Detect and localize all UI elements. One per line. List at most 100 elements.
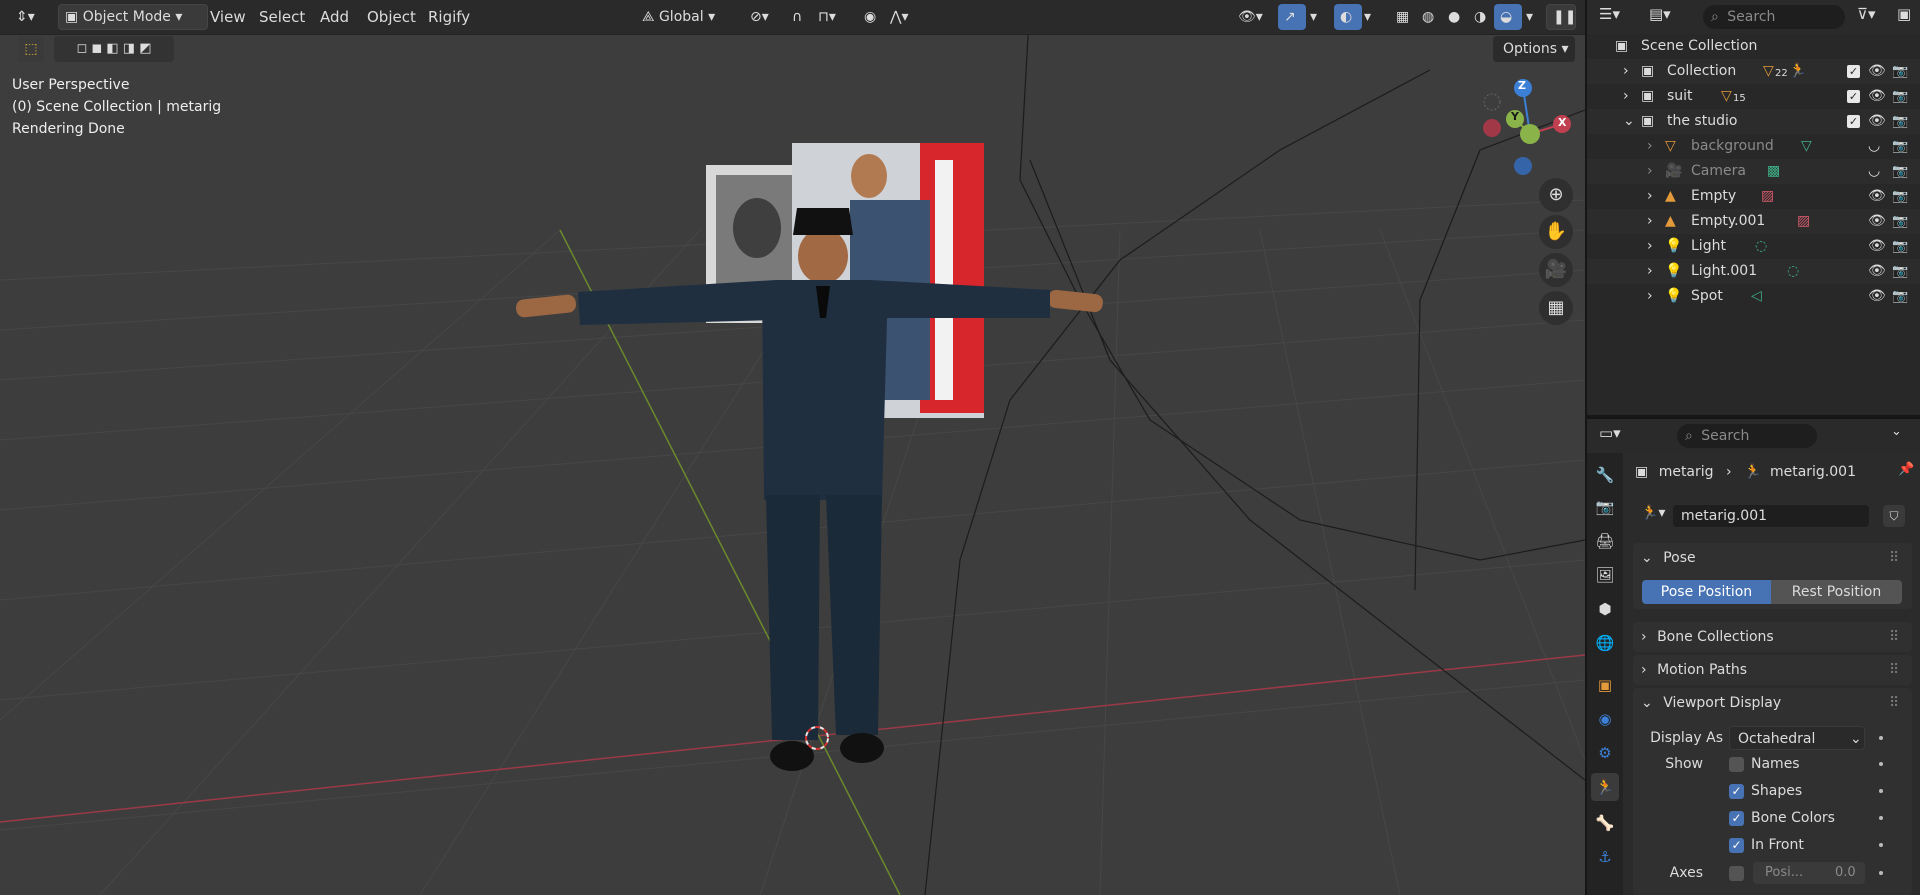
- pin-icon[interactable]: 📌: [1898, 462, 1914, 477]
- properties-editor-type-icon[interactable]: ▭▾: [1599, 424, 1621, 442]
- visibility-eye-icon[interactable]: 👁: [1868, 259, 1886, 284]
- snap-target-icon[interactable]: ⊓▾: [812, 4, 842, 30]
- snap-icon[interactable]: ∩: [786, 4, 808, 30]
- render-camera-icon[interactable]: 📷: [1892, 84, 1908, 109]
- select-tool-icon[interactable]: ⬚: [18, 36, 44, 62]
- render-camera-icon[interactable]: 📷: [1892, 209, 1908, 234]
- scene-tab-icon[interactable]: ⬢: [1591, 595, 1619, 623]
- expand-chevron-icon[interactable]: ›: [1647, 234, 1653, 259]
- solid-shading-icon[interactable]: ●: [1442, 4, 1466, 30]
- expand-chevron-icon[interactable]: ›: [1647, 134, 1653, 159]
- shading-dropdown-icon[interactable]: ▾: [1520, 4, 1539, 30]
- expand-chevron-icon[interactable]: ›: [1623, 59, 1629, 84]
- visibility-eye-icon[interactable]: 👁: [1868, 209, 1886, 234]
- motion-paths-panel[interactable]: › Motion Paths ⠿: [1633, 655, 1912, 685]
- new-collection-icon[interactable]: ▣: [1897, 5, 1911, 23]
- menu-select[interactable]: Select: [259, 4, 305, 30]
- proportional-edit-icon[interactable]: ◉: [858, 4, 882, 30]
- tool-tab-icon[interactable]: 🔧: [1591, 461, 1619, 489]
- outliner-search-input[interactable]: ⌕ Search: [1703, 5, 1845, 29]
- view-layer-tab-icon[interactable]: 🖼: [1591, 561, 1619, 589]
- viewport-display-header[interactable]: ⌄ Viewport Display ⠿: [1633, 688, 1912, 718]
- fake-user-shield-icon[interactable]: ⛉: [1883, 505, 1905, 527]
- visibility-eye-icon[interactable]: 👁: [1868, 184, 1886, 209]
- animate-property-dot[interactable]: [1879, 843, 1883, 847]
- animate-property-dot[interactable]: [1879, 816, 1883, 820]
- outliner-row-spot[interactable]: › 💡 Spot ◁ 👁 📷: [1587, 284, 1920, 309]
- render-camera-icon[interactable]: 📷: [1892, 109, 1908, 134]
- render-tab-icon[interactable]: 📷: [1591, 493, 1619, 521]
- rendered-shading-icon[interactable]: ◒: [1494, 4, 1522, 30]
- navigation-gizmo[interactable]: Z Y X: [1462, 76, 1572, 186]
- outliner-row-collection[interactable]: › ▣ Collection ▽ 22 🏃 ✓ 👁 📷: [1587, 59, 1920, 84]
- animate-property-dot[interactable]: [1879, 789, 1883, 793]
- material-shading-icon[interactable]: ◑: [1468, 4, 1492, 30]
- animate-property-dot[interactable]: [1879, 871, 1883, 875]
- filter-icon[interactable]: ⊽▾: [1857, 5, 1876, 23]
- visibility-eye-icon[interactable]: 👁: [1868, 234, 1886, 259]
- modifiers-tab-icon[interactable]: ◉: [1591, 705, 1619, 733]
- pan-hand-icon[interactable]: ✋: [1539, 215, 1573, 249]
- axes-checkbox[interactable]: [1729, 866, 1744, 881]
- perspective-toggle-icon[interactable]: ▦: [1539, 291, 1573, 325]
- xray-icon[interactable]: ▦: [1390, 4, 1415, 30]
- bone-constraints-tab-icon[interactable]: ⚓: [1591, 843, 1619, 871]
- object-tab-icon[interactable]: ▣: [1591, 671, 1619, 699]
- drag-handle-icon[interactable]: ⠿: [1889, 543, 1899, 573]
- display-mode-icon[interactable]: ▤▾: [1649, 5, 1671, 23]
- pose-position-button[interactable]: Pose Position: [1642, 580, 1771, 604]
- collection-exclude-checkbox[interactable]: ✓: [1847, 90, 1860, 103]
- gizmo-toggle-icon[interactable]: ↗: [1278, 4, 1306, 30]
- bone-tab-icon[interactable]: 🦴: [1591, 809, 1619, 837]
- render-camera-icon[interactable]: 📷: [1892, 134, 1908, 159]
- render-camera-icon[interactable]: 📷: [1892, 259, 1908, 284]
- chevron-down-icon[interactable]: ⌄: [1891, 424, 1902, 439]
- mode-dropdown[interactable]: ▣ Object Mode ▾: [58, 4, 208, 30]
- drag-handle-icon[interactable]: ⠿: [1889, 688, 1899, 718]
- collection-exclude-checkbox[interactable]: ✓: [1847, 65, 1860, 78]
- drag-handle-icon[interactable]: ⠿: [1889, 655, 1899, 685]
- visibility-eye-icon[interactable]: 👁: [1868, 59, 1886, 84]
- 3d-viewport[interactable]: ⇕▾ ▣ Object Mode ▾ View Select Add Objec…: [0, 0, 1585, 895]
- pause-render-icon[interactable]: ❚❚: [1546, 4, 1576, 30]
- outliner-editor-type-icon[interactable]: ☰▾: [1599, 5, 1620, 23]
- falloff-icon[interactable]: ⋀▾: [884, 4, 915, 30]
- render-camera-icon[interactable]: 📷: [1892, 59, 1908, 84]
- in-front-checkbox[interactable]: ✓: [1729, 838, 1744, 853]
- visibility-eye-icon[interactable]: 👁: [1868, 84, 1886, 109]
- outliner-row-background[interactable]: › ▽ background ▽ ◡ 📷: [1587, 134, 1920, 159]
- menu-object[interactable]: Object: [367, 4, 416, 30]
- pose-panel-header[interactable]: ⌄ Pose ⠿: [1633, 543, 1912, 573]
- overlay-dropdown-icon[interactable]: ▾: [1358, 4, 1377, 30]
- expand-chevron-icon[interactable]: ›: [1647, 184, 1653, 209]
- armature-data-tab-icon[interactable]: 🏃: [1591, 773, 1619, 801]
- render-camera-icon[interactable]: 📷: [1892, 184, 1908, 209]
- bone-colors-checkbox[interactable]: ✓: [1729, 811, 1744, 826]
- select-mode-icons[interactable]: ◻ ◼ ◧ ◨ ◩: [54, 36, 174, 62]
- editor-type-icon[interactable]: ⇕▾: [10, 4, 41, 30]
- properties-search-input[interactable]: ⌕ Search: [1677, 424, 1817, 448]
- render-camera-icon[interactable]: 📷: [1892, 234, 1908, 259]
- outliner-row-suit[interactable]: › ▣ suit ▽ 15 ✓ 👁 📷: [1587, 84, 1920, 109]
- outliner-row-light[interactable]: › 💡 Light ◌ 👁 📷: [1587, 234, 1920, 259]
- outliner-row-camera[interactable]: › 🎥 Camera ▩ ◡ 📷: [1587, 159, 1920, 184]
- visibility-eye-icon[interactable]: 👁: [1868, 284, 1886, 309]
- expand-chevron-icon[interactable]: ›: [1623, 84, 1629, 109]
- transform-orientation-dropdown[interactable]: ⟁ Global ▾: [636, 4, 721, 30]
- world-tab-icon[interactable]: 🌐: [1591, 629, 1619, 657]
- collapse-chevron-icon[interactable]: ⌄: [1623, 109, 1635, 134]
- shapes-checkbox[interactable]: ✓: [1729, 784, 1744, 799]
- names-checkbox[interactable]: [1729, 757, 1744, 772]
- animate-property-dot[interactable]: [1879, 736, 1883, 740]
- hidden-eye-icon[interactable]: ◡: [1868, 159, 1880, 184]
- animate-property-dot[interactable]: [1879, 762, 1883, 766]
- options-dropdown[interactable]: Options ▾: [1493, 36, 1575, 62]
- outliner-row-empty-001[interactable]: › ▲ Empty.001 ▨ 👁 📷: [1587, 209, 1920, 234]
- gizmo-dropdown-icon[interactable]: ▾: [1304, 4, 1323, 30]
- outliner-row-the-studio[interactable]: ⌄ ▣ the studio ✓ 👁 📷: [1587, 109, 1920, 134]
- armature-datablock-icon[interactable]: 🏃▾: [1641, 505, 1665, 521]
- collection-exclude-checkbox[interactable]: ✓: [1847, 115, 1860, 128]
- visibility-icon[interactable]: 👁▾: [1232, 4, 1269, 30]
- camera-view-icon[interactable]: 🎥: [1539, 253, 1573, 287]
- expand-chevron-icon[interactable]: ›: [1647, 284, 1653, 309]
